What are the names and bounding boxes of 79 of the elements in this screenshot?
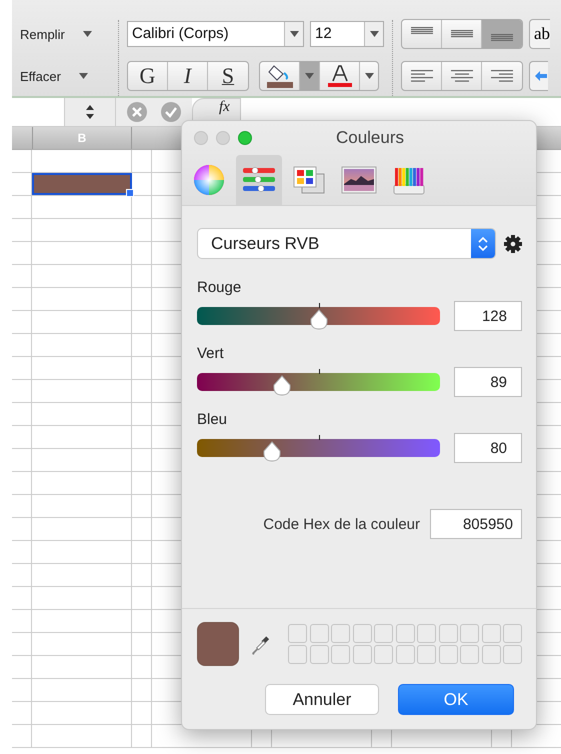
settings-icon[interactable] — [504, 234, 522, 252]
align-icon — [450, 70, 472, 82]
picker-tab[interactable] — [236, 155, 282, 205]
stepper-icon — [478, 236, 488, 252]
paint-bucket-icon — [264, 64, 294, 88]
zoom-button[interactable] — [238, 131, 252, 145]
font-size-combo[interactable]: 12 — [310, 21, 384, 47]
slider-label: Bleu — [197, 411, 228, 428]
swatch-slot[interactable] — [396, 645, 414, 664]
swatch-slot[interactable] — [288, 645, 307, 664]
caret-button[interactable] — [300, 62, 320, 90]
close-button[interactable] — [194, 131, 208, 145]
caret-icon — [290, 31, 298, 37]
minimize-button[interactable] — [216, 131, 230, 145]
swatch-slot[interactable] — [331, 624, 350, 643]
caret-icon — [78, 73, 88, 79]
mode-popup[interactable]: Curseurs RVB — [197, 228, 496, 259]
swatch-slot[interactable] — [288, 624, 307, 643]
text-style-button[interactable]: G — [128, 62, 168, 90]
slider-thumb[interactable] — [272, 375, 292, 397]
window-title: Couleurs — [334, 128, 406, 148]
hex-label: Code Hex de la couleur — [263, 516, 420, 532]
align-icon — [410, 70, 432, 82]
swatch-slot[interactable] — [352, 645, 372, 664]
stepper-icon[interactable] — [86, 105, 94, 119]
slider-thumb[interactable] — [262, 441, 282, 463]
landscape-image-icon — [341, 166, 377, 194]
swatch-slot[interactable] — [482, 645, 500, 664]
selected-cell[interactable] — [32, 173, 132, 195]
value-field[interactable]: 128 — [454, 301, 522, 331]
font-color-icon — [326, 64, 354, 88]
font-name-combo[interactable]: Calibri (Corps) — [127, 21, 304, 47]
align-icon — [450, 30, 472, 38]
value-field[interactable]: 80 — [454, 433, 522, 463]
swatch-slot[interactable] — [460, 624, 479, 643]
color-wheel-icon — [192, 163, 226, 197]
palette-icon — [292, 165, 326, 195]
swatch-slot[interactable] — [374, 624, 393, 643]
value-field[interactable]: 89 — [454, 367, 522, 397]
swatch-slot[interactable] — [503, 624, 522, 643]
slider-label: Rouge — [197, 279, 242, 296]
wrap-text-button[interactable]: ab — [529, 19, 550, 49]
swatch-slot[interactable] — [438, 624, 458, 643]
pencils-icon — [393, 165, 425, 195]
text-style-button[interactable]: S — [208, 62, 248, 90]
menu-button[interactable]: Remplir — [20, 26, 110, 42]
align-icon — [491, 34, 513, 41]
caret-icon — [370, 31, 378, 37]
menu-button[interactable]: Effacer — [20, 68, 110, 84]
cancel-icon[interactable] — [126, 101, 148, 123]
caret-icon — [305, 73, 314, 79]
cancel-button[interactable]: Annuler — [265, 684, 379, 715]
check-icon[interactable] — [160, 101, 182, 123]
swatch-slot[interactable] — [352, 624, 372, 643]
swatch-slot[interactable] — [310, 645, 328, 664]
vertical-align-button[interactable] — [482, 20, 522, 48]
swatch-slot[interactable] — [310, 624, 328, 643]
swatch-slot[interactable] — [417, 624, 436, 643]
ok-button[interactable]: OK — [398, 684, 514, 715]
swatch-slot[interactable] — [396, 624, 414, 643]
color-well[interactable] — [197, 622, 240, 666]
swatch-slot[interactable] — [460, 645, 479, 664]
swatch-slot[interactable] — [438, 645, 458, 664]
slider-label: Vert — [197, 345, 225, 362]
caret-icon — [364, 73, 374, 79]
slider-thumb[interactable] — [308, 309, 328, 331]
indent-button[interactable] — [529, 61, 548, 91]
caret-icon — [82, 31, 92, 37]
sliders-icon — [242, 166, 276, 194]
indent-arrow-icon — [534, 69, 548, 83]
hex-field[interactable]: 805950 — [430, 509, 522, 539]
swatch-slot[interactable] — [482, 624, 500, 643]
align-icon — [491, 70, 513, 82]
align-icon — [410, 27, 432, 34]
text-style-button[interactable]: I — [168, 62, 208, 90]
swatch-slot[interactable] — [331, 645, 350, 664]
swatch-slot[interactable] — [417, 645, 436, 664]
swatch-slot[interactable] — [503, 645, 522, 664]
swatch-slot[interactable] — [374, 645, 393, 664]
